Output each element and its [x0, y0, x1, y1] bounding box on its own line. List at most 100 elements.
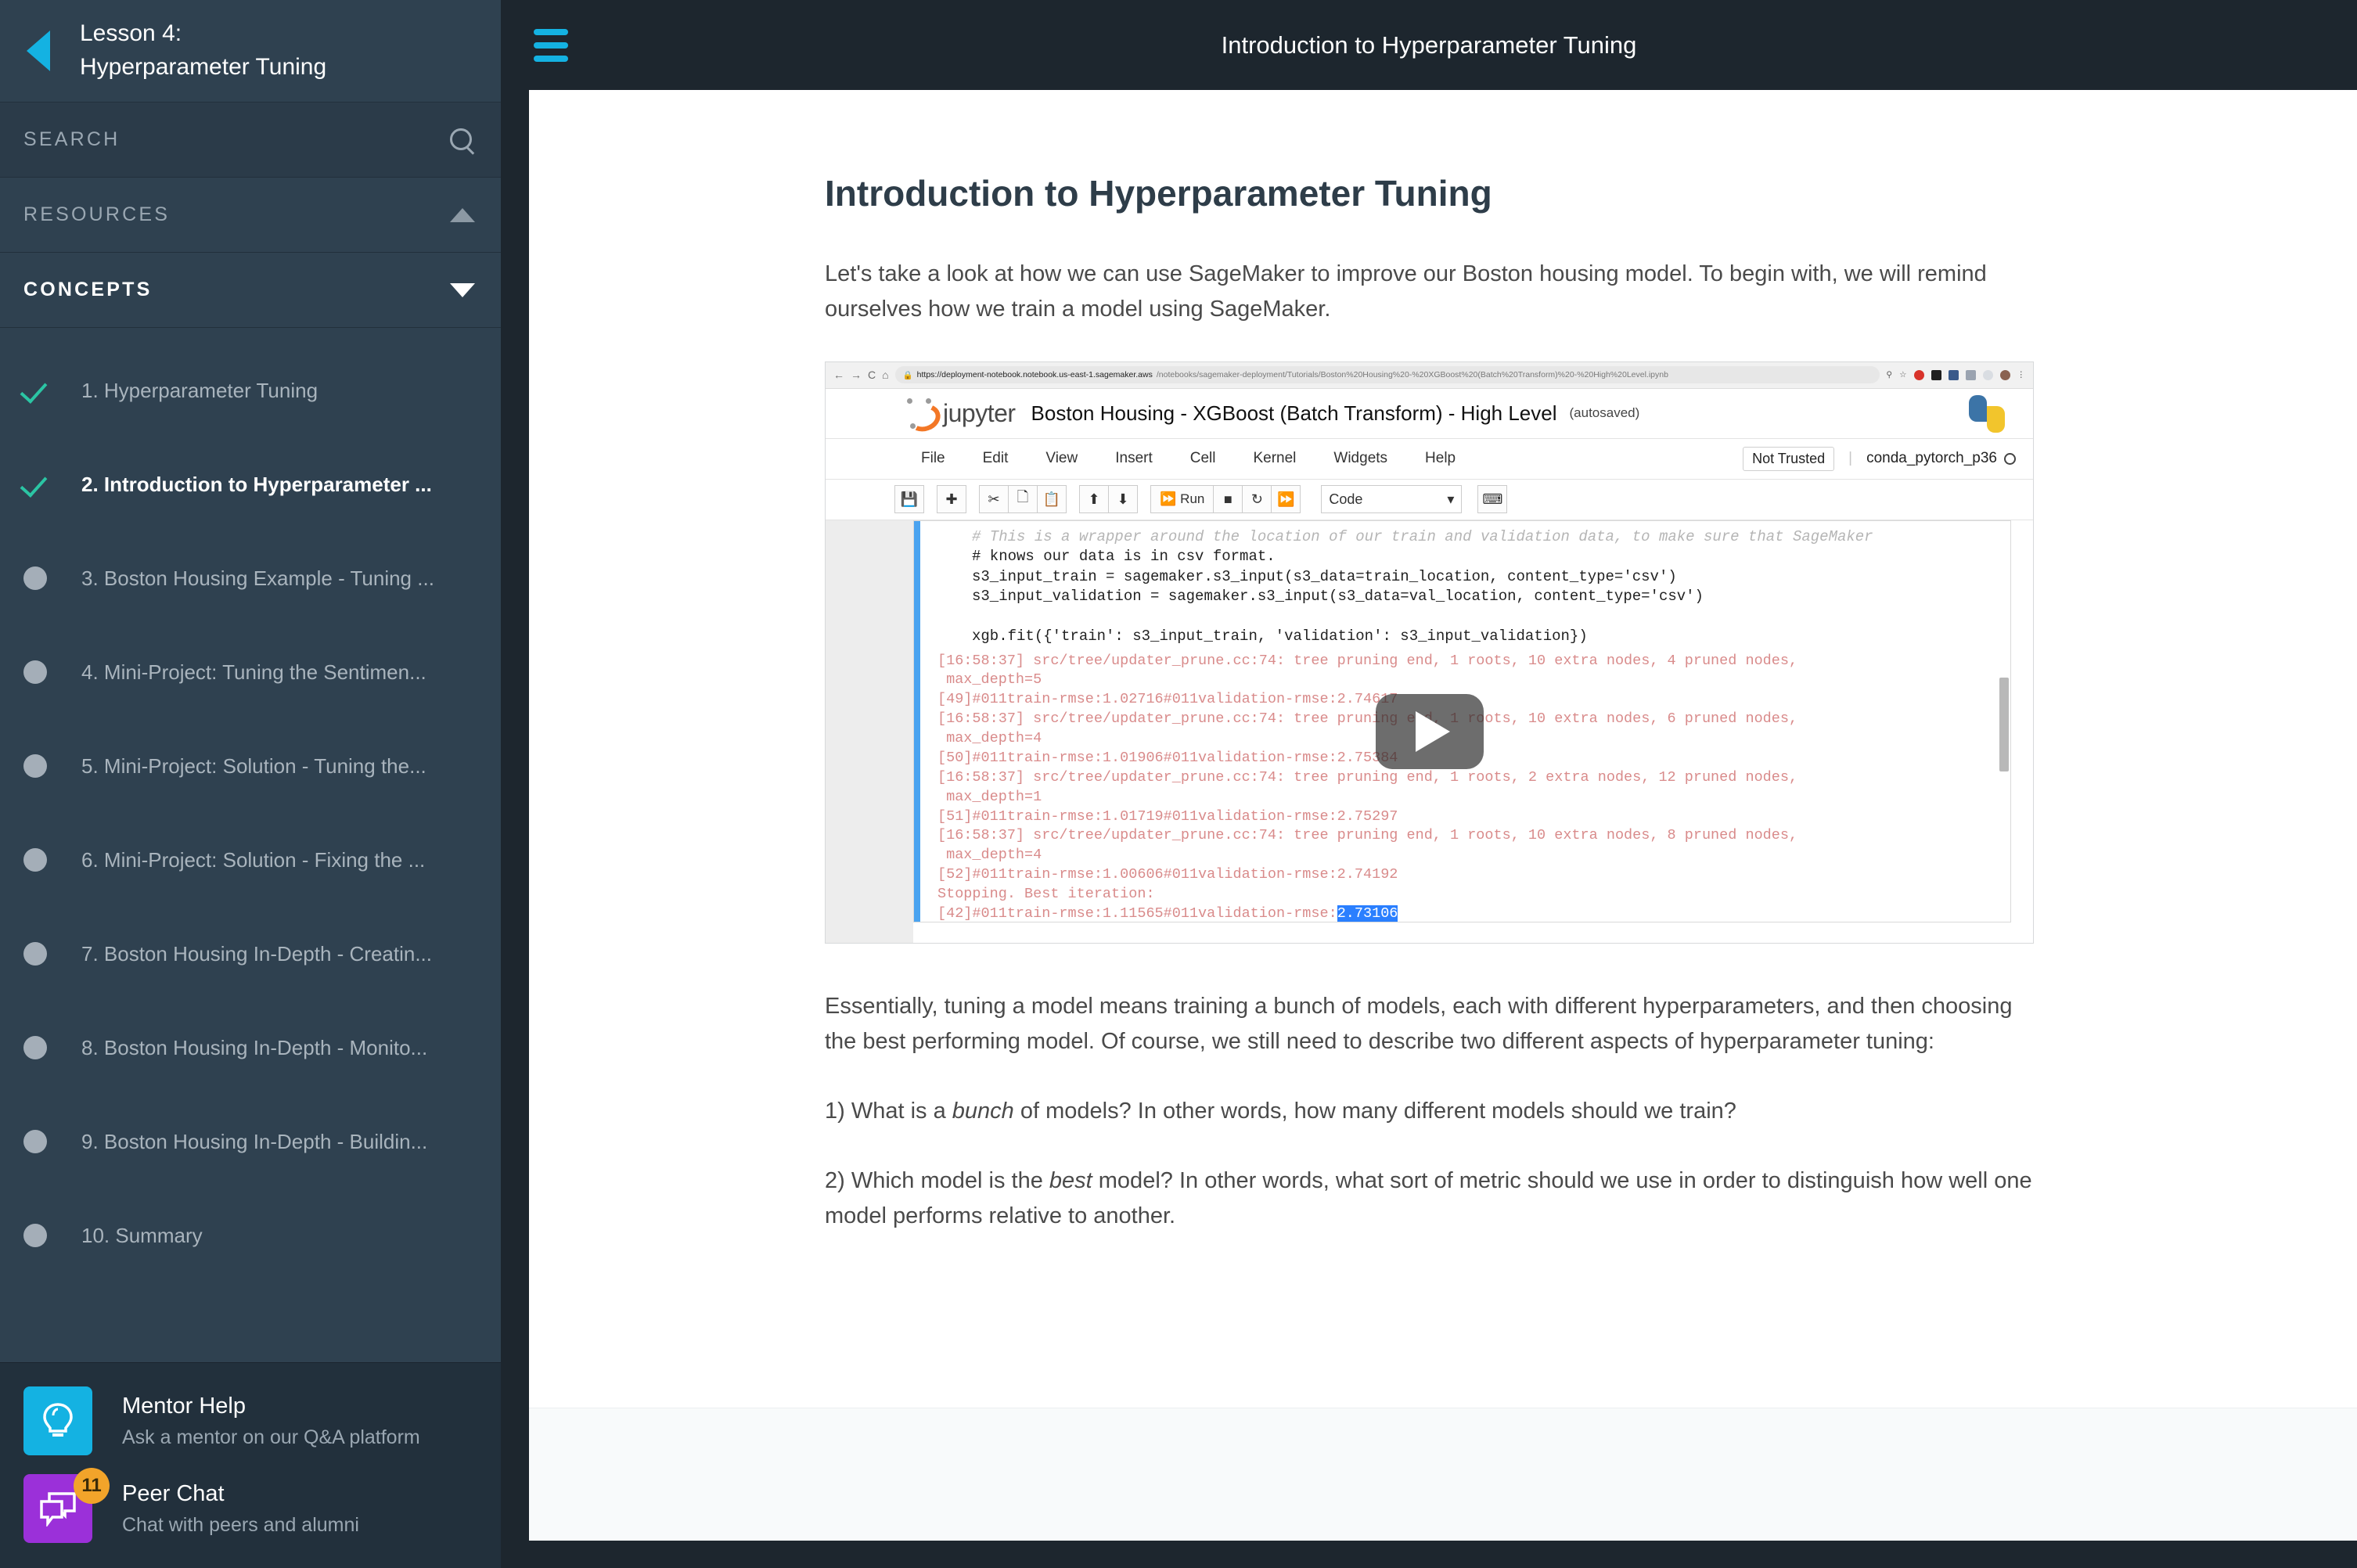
notebook-code-cell: # This is a wrapper around the location …: [914, 521, 2010, 647]
q2-emphasis: best: [1049, 1167, 1092, 1193]
main-panel: Introduction to Hyperparameter Tuning In…: [501, 0, 2357, 1568]
concept-item-6[interactable]: 6. Mini-Project: Solution - Fixing the .…: [0, 813, 501, 907]
output-red-text: [16:58:37] src/tree/updater_prune.cc:74:…: [937, 652, 1798, 922]
concept-item-4[interactable]: 4. Mini-Project: Tuning the Sentimen...: [0, 625, 501, 719]
concept-status-marker: [23, 660, 81, 684]
paste-icon: 📋: [1037, 485, 1067, 514]
incomplete-dot-icon: [23, 1036, 47, 1059]
concept-item-label: 7. Boston Housing In-Depth - Creatin...: [81, 941, 433, 966]
q1-emphasis: bunch: [952, 1098, 1014, 1124]
check-icon: [23, 469, 53, 499]
concept-item-label: 1. Hyperparameter Tuning: [81, 378, 318, 402]
paragraph-intro: Let's take a look at how we can use Sage…: [825, 261, 1987, 322]
lesson-name: Hyperparameter Tuning: [80, 54, 327, 80]
top-bar-title: Introduction to Hyperparameter Tuning: [1221, 31, 1637, 59]
q2-pre: 2) Which model is the: [825, 1167, 1049, 1193]
concept-item-label: 10. Summary: [81, 1223, 203, 1247]
concept-item-2[interactable]: 2. Introduction to Hyperparameter ...: [0, 437, 501, 531]
concept-item-label: 8. Boston Housing In-Depth - Monito...: [81, 1035, 428, 1059]
incomplete-dot-icon: [23, 1130, 47, 1153]
concept-status-marker: [23, 469, 81, 499]
content-scroll-area[interactable]: Introduction to Hyperparameter Tuning Le…: [529, 90, 2357, 1541]
concept-item-7[interactable]: 7. Boston Housing In-Depth - Creatin...: [0, 907, 501, 1001]
arrow-down-icon: ⬇: [1108, 485, 1138, 514]
concept-item-8[interactable]: 8. Boston Housing In-Depth - Monito...: [0, 1001, 501, 1095]
concept-item-10[interactable]: 10. Summary: [0, 1189, 501, 1282]
peer-chat-text: Peer Chat Chat with peers and alumni: [122, 1481, 359, 1537]
caret-down-icon[interactable]: [450, 282, 475, 297]
star-icon: ☆: [1899, 370, 1907, 380]
chat-bubbles-icon: 11: [23, 1468, 110, 1543]
mentor-help-item[interactable]: Mentor Help Ask a mentor on our Q&A plat…: [0, 1377, 501, 1465]
jupyter-wordmark: jupyter: [943, 398, 1016, 427]
jupyter-logo-icon: [902, 397, 937, 429]
notebook-output-scrollbar[interactable]: [1999, 677, 2009, 771]
sidebar-footer: Mentor Help Ask a mentor on our Q&A plat…: [0, 1362, 501, 1568]
command-palette-icon: ⌨: [1477, 485, 1508, 514]
caret-up-icon[interactable]: [450, 207, 475, 222]
url-host: https://deployment-notebook.notebook.us-…: [916, 370, 1153, 380]
concept-status-marker: [23, 1130, 81, 1153]
hamburger-menu-icon[interactable]: [534, 28, 568, 62]
url-pill: 🔒 https://deployment-notebook.notebook.u…: [894, 366, 1880, 384]
jupyter-header: jupyter Boston Housing - XGBoost (Batch …: [826, 388, 2033, 439]
incomplete-dot-icon: [23, 566, 47, 590]
play-button-icon[interactable]: [1375, 693, 1484, 769]
incomplete-dot-icon: [23, 754, 47, 778]
url-path: /notebooks/sagemaker-deployment/Tutorial…: [1156, 370, 1668, 380]
toolbar-group-file: 💾: [894, 485, 924, 514]
concept-status-marker: [23, 942, 81, 966]
search-label: SEARCH: [23, 128, 121, 150]
chevron-down-icon: ▾: [1447, 491, 1455, 507]
concept-status-marker: [23, 566, 81, 590]
menu-cell: Cell: [1189, 450, 1216, 467]
concept-item-label: 5. Mini-Project: Solution - Tuning the..…: [81, 753, 426, 778]
notebook-left-gutter: [826, 520, 913, 943]
menu-file: File: [921, 450, 945, 467]
sidebar-search-row[interactable]: SEARCH: [0, 102, 501, 178]
back-triangle-icon[interactable]: [27, 31, 50, 71]
top-bar: Introduction to Hyperparameter Tuning: [501, 0, 2357, 90]
three-dot-menu-icon: ⋮: [2017, 370, 2026, 380]
search-icon[interactable]: [448, 127, 475, 153]
paragraph-essentially: Essentially, tuning a model means traini…: [825, 993, 2013, 1054]
reload-icon: C: [868, 369, 876, 382]
notebook-body: # This is a wrapper around the location …: [826, 520, 2033, 943]
extension-icon-3: [1948, 369, 1959, 380]
concept-item-1[interactable]: 1. Hyperparameter Tuning: [0, 343, 501, 437]
peer-chat-item[interactable]: 11 Peer Chat Chat with peers and alumni: [0, 1465, 501, 1552]
peer-chat-subtitle: Chat with peers and alumni: [122, 1513, 359, 1536]
resources-label: RESOURCES: [23, 203, 171, 225]
concept-status-marker: [23, 754, 81, 778]
concept-status-marker: [23, 376, 81, 405]
concept-item-9[interactable]: 9. Boston Housing In-Depth - Buildin...: [0, 1095, 501, 1189]
zoom-icon: ⚲: [1886, 370, 1893, 380]
q1-pre: 1) What is a: [825, 1098, 952, 1124]
concept-item-3[interactable]: 3. Boston Housing Example - Tuning ...: [0, 531, 501, 625]
concept-list: 1. Hyperparameter Tuning 2. Introduction …: [0, 328, 501, 1362]
peer-chat-badge: 11: [74, 1468, 110, 1504]
extension-icon-4: [1965, 369, 1976, 380]
menu-insert: Insert: [1115, 450, 1153, 467]
notebook-output-red: [16:58:37] src/tree/updater_prune.cc:74:…: [914, 647, 2010, 922]
video-player-thumbnail[interactable]: ← → C ⌂ 🔒 https://deployment-notebook.no…: [825, 361, 2034, 944]
kernel-divider: |: [1848, 450, 1853, 467]
paragraph-question-1: 1) What is a bunch of models? In other w…: [825, 1094, 2034, 1129]
concept-item-5[interactable]: 5. Mini-Project: Solution - Tuning the..…: [0, 719, 501, 813]
kernel-idle-circle-icon: [2004, 452, 2016, 465]
lesson-page: Introduction to Hyperparameter Tuning Le…: [529, 90, 2357, 1541]
concept-item-label: 3. Boston Housing Example - Tuning ...: [81, 566, 434, 590]
sidebar-concepts-row[interactable]: CONCEPTS: [0, 253, 501, 328]
fast-forward-icon: ⏩: [1271, 485, 1301, 514]
incomplete-dot-icon: [23, 848, 47, 872]
mentor-help-text: Mentor Help Ask a mentor on our Q&A plat…: [122, 1394, 420, 1449]
sidebar-resources-row[interactable]: RESOURCES: [0, 178, 501, 253]
menu-kernel: Kernel: [1253, 450, 1297, 467]
toolbar-group-add: ✚: [937, 485, 966, 514]
paragraph-question-2: 2) Which model is the best model? In oth…: [825, 1163, 2034, 1234]
cell-type-select: Code ▾: [1321, 485, 1463, 514]
menu-help: Help: [1425, 450, 1456, 467]
notebook-autosaved-label: (autosaved): [1569, 405, 1640, 421]
home-icon: ⌂: [882, 369, 889, 382]
cell-selected-bar: [914, 520, 920, 922]
